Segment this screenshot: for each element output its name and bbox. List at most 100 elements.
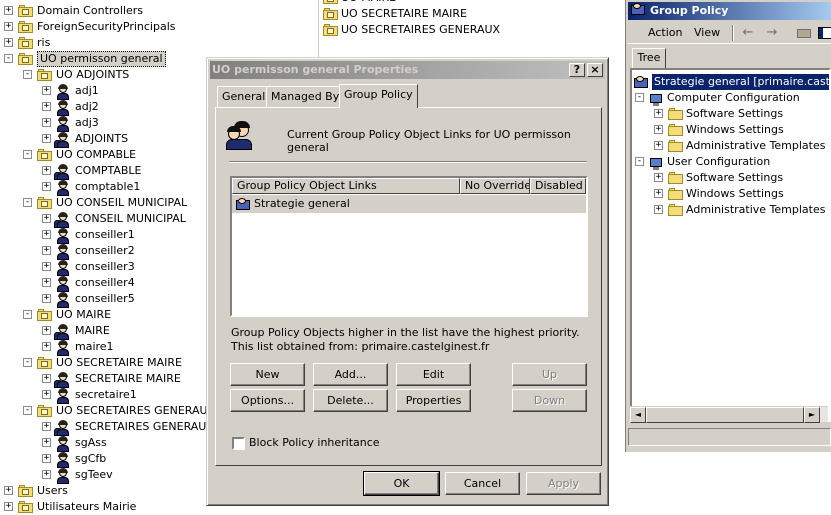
tree-node-label: conseiller3: [75, 260, 135, 273]
add-button[interactable]: Add...: [313, 363, 388, 386]
dialog-titlebar[interactable]: UO permisson general Properties ? ×: [210, 61, 605, 79]
expand-icon[interactable]: +: [42, 86, 51, 95]
expand-icon[interactable]: +: [654, 173, 663, 182]
expand-icon[interactable]: +: [654, 125, 663, 134]
expand-icon[interactable]: +: [4, 38, 13, 47]
expand-icon[interactable]: +: [654, 141, 663, 150]
expand-icon[interactable]: +: [42, 278, 51, 287]
expand-icon[interactable]: +: [654, 205, 663, 214]
expand-icon[interactable]: +: [42, 134, 51, 143]
gpo-links-listview[interactable]: Group Policy Object Links No Override Di…: [230, 176, 588, 317]
gp-tree-node-label: Computer Configuration: [667, 91, 800, 104]
expand-icon[interactable]: +: [654, 189, 663, 198]
block-inheritance-checkbox[interactable]: [232, 437, 245, 450]
up-folder-icon[interactable]: [794, 24, 814, 42]
expand-icon[interactable]: +: [42, 342, 51, 351]
gp-tree-node-windows-settings[interactable]: + Windows Settings: [632, 186, 829, 202]
expand-icon[interactable]: +: [4, 502, 13, 511]
tab-tree[interactable]: Tree: [632, 48, 666, 68]
expand-icon[interactable]: +: [42, 182, 51, 191]
help-button[interactable]: ?: [569, 63, 585, 77]
apply-button[interactable]: Apply: [526, 472, 601, 495]
collapse-icon[interactable]: -: [23, 150, 32, 159]
expand-icon[interactable]: +: [4, 6, 13, 15]
tree-node-ris[interactable]: + ris: [0, 35, 320, 51]
gp-tree-node-computer-configuration[interactable]: - Computer Configuration: [632, 90, 829, 106]
ou-list-item[interactable]: UO SECRETAIRE MAIRE: [323, 6, 613, 22]
block-inheritance-label[interactable]: Block Policy inheritance: [249, 436, 380, 449]
expand-icon[interactable]: +: [42, 326, 51, 335]
gp-tree-node-software-settings[interactable]: + Software Settings: [632, 106, 829, 122]
scroll-right-icon[interactable]: ►: [804, 407, 820, 423]
back-arrow-icon[interactable]: ←: [738, 24, 758, 42]
ou-list-item[interactable]: UO SECRETAIRES GENERAUX: [323, 22, 613, 38]
expand-icon[interactable]: +: [42, 246, 51, 255]
gp-tree-node-administrative-templates[interactable]: + Administrative Templates: [632, 138, 829, 154]
expand-icon[interactable]: +: [42, 262, 51, 271]
gp-tree-node-label: Windows Settings: [686, 187, 784, 200]
scroll-left-icon[interactable]: ◄: [630, 407, 646, 423]
organizational-unit-icon: [18, 53, 33, 65]
ok-button[interactable]: OK: [363, 471, 440, 496]
collapse-icon[interactable]: -: [23, 358, 32, 367]
expand-icon[interactable]: +: [42, 166, 51, 175]
edit-button[interactable]: Edit: [396, 363, 471, 386]
new-button[interactable]: New: [230, 363, 305, 386]
gp-tree-node-administrative-templates[interactable]: + Administrative Templates: [632, 202, 829, 218]
gp-tree-node-software-settings[interactable]: + Software Settings: [632, 170, 829, 186]
show-hide-tree-icon[interactable]: [816, 24, 831, 42]
menu-view[interactable]: View: [694, 25, 720, 41]
gp-tabstrip: Tree: [628, 46, 831, 68]
cancel-button[interactable]: Cancel: [445, 472, 520, 495]
gp-tree-node-user-configuration[interactable]: - User Configuration: [632, 154, 829, 170]
gp-console-tree[interactable]: Strategie general [primaire.castelginest…: [630, 68, 831, 422]
collapse-icon[interactable]: -: [635, 93, 644, 102]
menu-action[interactable]: Action: [648, 25, 682, 41]
forward-arrow-icon[interactable]: →: [762, 24, 782, 42]
tab-managed-by[interactable]: Managed By: [266, 86, 345, 107]
options-button[interactable]: Options...: [230, 389, 305, 412]
collapse-icon[interactable]: -: [635, 157, 644, 166]
expand-icon[interactable]: +: [42, 438, 51, 447]
gp-tree-node-windows-settings[interactable]: + Windows Settings: [632, 122, 829, 138]
expand-icon[interactable]: +: [42, 214, 51, 223]
expand-icon[interactable]: +: [42, 454, 51, 463]
expand-icon[interactable]: +: [4, 22, 13, 31]
expand-icon[interactable]: +: [4, 486, 13, 495]
properties-button[interactable]: Properties: [396, 389, 471, 412]
up-button[interactable]: Up: [512, 363, 587, 386]
expand-icon[interactable]: +: [42, 374, 51, 383]
expand-icon[interactable]: +: [42, 470, 51, 479]
collapse-icon[interactable]: -: [4, 54, 13, 63]
down-button[interactable]: Down: [512, 389, 587, 412]
expand-icon[interactable]: +: [42, 230, 51, 239]
collapse-icon[interactable]: -: [23, 198, 32, 207]
close-button[interactable]: ×: [587, 63, 603, 77]
column-header-disabled[interactable]: Disabled: [530, 178, 586, 194]
expand-icon[interactable]: +: [42, 294, 51, 303]
expand-icon[interactable]: +: [42, 390, 51, 399]
gp-titlebar[interactable]: Group Policy: [628, 2, 831, 20]
collapse-icon[interactable]: -: [23, 70, 32, 79]
collapse-icon[interactable]: -: [23, 406, 32, 415]
delete-button[interactable]: Delete...: [313, 389, 388, 412]
scroll-thumb[interactable]: [646, 407, 804, 423]
gp-tree-node-strategie-general-primaire-castelginest-fr[interactable]: Strategie general [primaire.castelginest…: [632, 74, 829, 90]
tab-general[interactable]: General: [217, 86, 271, 107]
expand-icon[interactable]: +: [42, 422, 51, 431]
tree-node-foreignsecurityprincipals[interactable]: + ForeignSecurityPrincipals: [0, 19, 320, 35]
expand-icon[interactable]: +: [654, 109, 663, 118]
gpo-link-row[interactable]: Strategie general: [232, 195, 586, 213]
organizational-unit-icon: [323, 24, 338, 36]
gp-horizontal-scrollbar[interactable]: ◄ ►: [630, 406, 828, 423]
column-header-gpo-links[interactable]: Group Policy Object Links: [232, 178, 460, 194]
tab-group-policy[interactable]: Group Policy: [339, 84, 418, 108]
expand-icon[interactable]: +: [42, 118, 51, 127]
user-icon: [56, 260, 70, 276]
group-icon: [54, 324, 70, 340]
collapse-icon[interactable]: -: [23, 310, 32, 319]
gp-menubar: Action View ← →: [628, 22, 831, 44]
expand-icon[interactable]: +: [42, 102, 51, 111]
tree-node-domain-controllers[interactable]: + Domain Controllers: [0, 3, 320, 19]
column-header-no-override[interactable]: No Override: [460, 178, 530, 194]
